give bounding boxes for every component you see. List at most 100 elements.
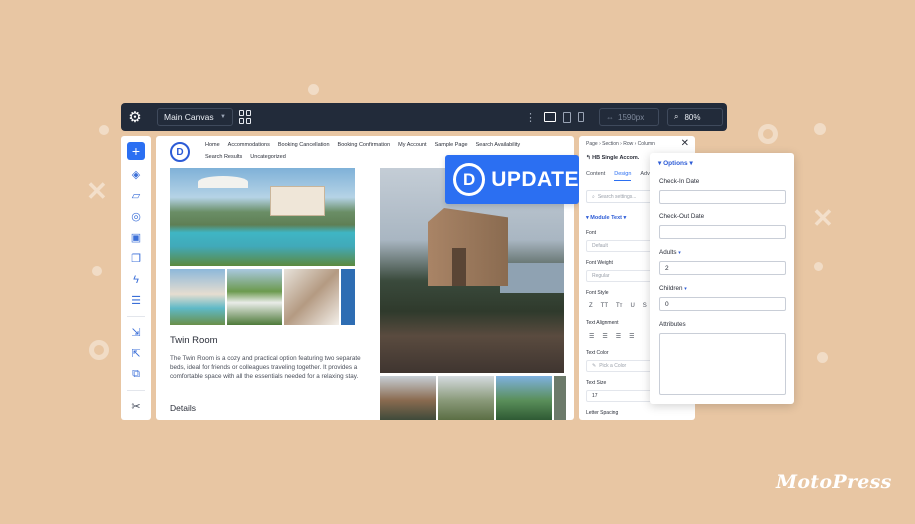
- details-heading: Details: [170, 403, 196, 413]
- thumbnail-photo[interactable]: [227, 269, 282, 325]
- decor-ring: [758, 124, 778, 144]
- decor-dot: [92, 266, 102, 276]
- divi-logo-icon: D: [453, 163, 486, 196]
- strikethrough-button[interactable]: S: [643, 303, 647, 309]
- decor-dot: [99, 125, 109, 135]
- layers-grid-icon[interactable]: [239, 110, 253, 124]
- room-title: Twin Room: [170, 335, 218, 346]
- pages-icon[interactable]: ▱: [128, 188, 144, 204]
- phone-view-icon[interactable]: [578, 112, 584, 122]
- close-icon[interactable]: ✕: [681, 138, 689, 149]
- more-options-icon[interactable]: ⋮: [525, 111, 536, 124]
- chevron-down-icon: ▼: [220, 114, 226, 120]
- text-size-label: Text Size: [586, 380, 607, 386]
- image-icon[interactable]: ▣: [128, 230, 144, 246]
- italic-button[interactable]: Z: [589, 303, 593, 309]
- update-label: UPDATE: [491, 167, 579, 191]
- checkout-date-input[interactable]: [659, 225, 786, 239]
- module-title: ↰ HB Single Accom.: [586, 155, 640, 161]
- align-right-icon[interactable]: ☰: [616, 333, 621, 340]
- cursor-icon[interactable]: ⇱: [128, 346, 144, 362]
- text-color-label: Text Color: [586, 350, 609, 356]
- tablet-view-icon[interactable]: [563, 111, 571, 123]
- nav-link[interactable]: Sample Page: [435, 141, 468, 149]
- adults-input[interactable]: 2: [659, 261, 786, 275]
- nav-link[interactable]: Home: [205, 141, 220, 149]
- hero-pool-photo: [170, 168, 355, 266]
- nav-link[interactable]: Search Availability: [476, 141, 521, 149]
- underline-button[interactable]: U: [630, 303, 634, 309]
- settings-gear-icon[interactable]: ⚙: [121, 103, 149, 131]
- capitalize-button[interactable]: Tт: [616, 303, 622, 309]
- tab-content[interactable]: Content: [586, 171, 605, 181]
- decor-dot: [308, 84, 319, 95]
- children-input[interactable]: 0: [659, 297, 786, 311]
- eyedropper-icon: ✎: [592, 363, 597, 369]
- section-module-text[interactable]: ▾ Module Text ▾: [586, 215, 626, 221]
- copy-icon[interactable]: ❐: [128, 251, 144, 267]
- left-sidebar: + ◈ ▱ ◎ ▣ ❐ ϟ ☰ ⇲ ⇱ ⧉ ✂: [121, 136, 151, 420]
- nav-link[interactable]: Search Results: [205, 153, 242, 161]
- room-description: The Twin Room is a cozy and practical op…: [170, 355, 361, 380]
- nav-link[interactable]: Accommodations: [228, 141, 270, 149]
- checkin-label: Check-In Date: [659, 178, 700, 185]
- tab-design[interactable]: Design: [614, 171, 632, 181]
- thumbnail-photo[interactable]: [380, 376, 436, 420]
- font-label: Font: [586, 230, 597, 236]
- attributes-textarea[interactable]: [659, 333, 786, 395]
- align-justify-icon[interactable]: ☰: [629, 333, 634, 340]
- canvas-width-field[interactable]: ⇔ 1590px: [599, 108, 659, 126]
- site-logo[interactable]: D: [170, 142, 190, 162]
- align-left-icon[interactable]: ☰: [589, 333, 594, 340]
- options-popup: ▾ Options ▾ Check-In Date Check-Out Date…: [650, 153, 794, 404]
- resize-icon: ⇔: [606, 112, 614, 122]
- sidebar-divider: [127, 390, 145, 391]
- tab-advanced[interactable]: Adv: [640, 171, 649, 181]
- history-icon[interactable]: ⧉: [128, 367, 144, 383]
- thumbnail-photo[interactable]: [438, 376, 494, 420]
- add-element-button[interactable]: +: [127, 142, 145, 160]
- chevron-down-icon: ▾: [658, 160, 662, 167]
- align-center-icon[interactable]: ☰: [602, 333, 607, 340]
- zoom-search-icon: ⌕: [674, 112, 679, 121]
- thumbnail-photo[interactable]: [554, 376, 566, 420]
- children-label: Children ▾: [659, 285, 687, 292]
- decor-dot: [814, 123, 826, 135]
- top-toolbar: ⚙ Main Canvas ▼ ⋮ ⇔ 1590px ⌕ 80%: [121, 103, 727, 131]
- checkin-date-input[interactable]: [659, 190, 786, 204]
- nav-link[interactable]: Booking Cancellation: [278, 141, 330, 149]
- font-style-label: Font Style: [586, 290, 609, 296]
- update-badge: D UPDATE: [445, 155, 579, 204]
- photo-thumbnails: [170, 269, 355, 325]
- decor-x-mark: ✕: [86, 176, 108, 206]
- adults-label: Adults ▾: [659, 249, 681, 256]
- attributes-label: Attributes: [659, 321, 686, 328]
- letter-spacing-label: Letter Spacing: [586, 410, 619, 416]
- options-heading[interactable]: ▾ Options ▾: [658, 159, 693, 167]
- canvas-select-value: Main Canvas: [164, 112, 214, 122]
- sidebar-divider: [127, 316, 145, 317]
- breadcrumb: Page › Section › Row › Column: [586, 141, 655, 147]
- canvas-width-value: 1590px: [618, 112, 645, 122]
- click-icon[interactable]: ⇲: [128, 325, 144, 341]
- text-alignment-buttons: ☰ ☰ ☰ ☰: [589, 333, 635, 340]
- search-icon: ⌕: [592, 193, 595, 200]
- layers-icon[interactable]: ◈: [128, 167, 144, 183]
- nav-link[interactable]: Uncategorized: [250, 153, 285, 161]
- zoom-field[interactable]: ⌕ 80%: [667, 108, 723, 126]
- thumbnail-photo[interactable]: [341, 269, 355, 325]
- nav-link[interactable]: My Account: [398, 141, 426, 149]
- thumbnail-photo[interactable]: [170, 269, 225, 325]
- list-icon[interactable]: ☰: [128, 293, 144, 309]
- thumbnail-photo[interactable]: [284, 269, 339, 325]
- lightning-icon[interactable]: ϟ: [128, 272, 144, 288]
- uppercase-button[interactable]: TT: [601, 303, 608, 309]
- nav-link[interactable]: Booking Confirmation: [338, 141, 391, 149]
- database-icon[interactable]: ◎: [128, 209, 144, 225]
- canvas-select[interactable]: Main Canvas ▼: [157, 108, 233, 126]
- tools-icon[interactable]: ✂: [128, 399, 144, 415]
- desktop-view-icon[interactable]: [544, 112, 556, 122]
- back-arrow-icon[interactable]: ↰: [586, 155, 591, 161]
- decor-dot: [817, 352, 828, 363]
- thumbnail-photo[interactable]: [496, 376, 552, 420]
